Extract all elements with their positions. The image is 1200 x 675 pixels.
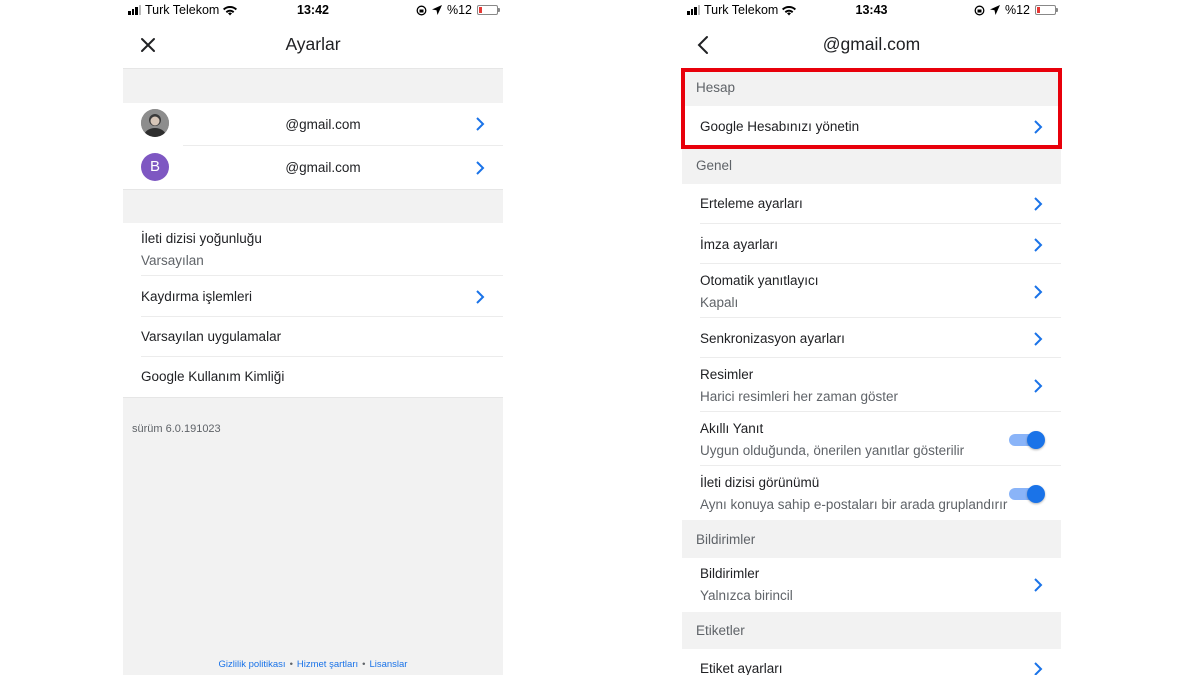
- setting-label: Senkronizasyon ayarları: [700, 331, 845, 346]
- signature-settings-row[interactable]: İmza ayarları: [682, 224, 1061, 264]
- setting-value: Kapalı: [700, 295, 739, 310]
- privacy-link[interactable]: Gizlilik politikası: [219, 659, 286, 670]
- chevron-right-icon: [473, 116, 487, 132]
- section-title: Etiketler: [696, 623, 745, 638]
- setting-label: Akıllı Yanıt: [700, 421, 764, 436]
- setting-label: Otomatik yanıtlayıcı: [700, 273, 819, 288]
- setting-label: Kaydırma işlemleri: [141, 289, 253, 304]
- label-settings-row[interactable]: Etiket ayarları: [682, 649, 1061, 675]
- chevron-right-icon: [1031, 661, 1045, 675]
- conversation-view-toggle[interactable]: [1009, 484, 1045, 503]
- app-bar: @gmail.com: [682, 22, 1061, 68]
- setting-label: Erteleme ayarları: [700, 196, 803, 211]
- version-label: sürüm 6.0.191023: [132, 423, 221, 435]
- highlight-box: [681, 68, 1062, 149]
- section-header-notifications: Bildirimler: [682, 520, 1061, 558]
- location-icon: [431, 5, 442, 15]
- app-bar: Ayarlar: [123, 22, 503, 68]
- account-email: @gmail.com: [285, 117, 361, 132]
- chevron-right-icon: [1031, 237, 1045, 253]
- lock-rotation-icon: [416, 5, 427, 15]
- snooze-settings-row[interactable]: Erteleme ayarları: [682, 184, 1061, 224]
- account-row[interactable]: B @gmail.com: [123, 146, 503, 189]
- setting-value: Uygun olduğunda, önerilen yanıtlar göste…: [700, 443, 965, 458]
- conversation-view-row: İleti dizisi görünümü Aynı konuya sahip …: [682, 466, 1061, 520]
- images-row[interactable]: Resimler Harici resimleri her zaman göst…: [682, 358, 1061, 412]
- setting-value: Harici resimleri her zaman göster: [700, 389, 899, 404]
- footer-area: sürüm 6.0.191023: [123, 397, 503, 675]
- chevron-right-icon: [1031, 284, 1045, 300]
- notifications-row[interactable]: Bildirimler Yalnızca birincil: [682, 558, 1061, 612]
- thread-density-row[interactable]: İleti dizisi yoğunluğu Varsayılan: [123, 223, 503, 276]
- chevron-right-icon: [1031, 196, 1045, 212]
- page-title: @gmail.com: [822, 34, 921, 54]
- section-header-labels: Etiketler: [682, 612, 1061, 649]
- smart-reply-toggle[interactable]: [1009, 430, 1045, 449]
- setting-label: İleti dizisi yoğunluğu: [141, 231, 262, 246]
- battery-percent: %12: [1004, 3, 1030, 17]
- setting-label: Etiket ayarları: [700, 661, 783, 675]
- avatar: B: [141, 153, 169, 181]
- auto-reply-row[interactable]: Otomatik yanıtlayıcı Kapalı: [682, 264, 1061, 318]
- section-gap: [123, 68, 503, 103]
- setting-label: Varsayılan uygulamalar: [141, 329, 282, 344]
- setting-value: Yalnızca birincil: [700, 588, 793, 603]
- chevron-right-icon: [1031, 378, 1045, 394]
- usage-id-row[interactable]: Google Kullanım Kimliği: [123, 357, 503, 397]
- sync-settings-row[interactable]: Senkronizasyon ayarları: [682, 318, 1061, 358]
- account-row[interactable]: @gmail.com: [123, 103, 503, 146]
- setting-label: Bildirimler: [700, 566, 760, 581]
- footer-links: Gizlilik politikası • Hizmet şartları • Lisa…: [218, 659, 408, 670]
- battery-icon: [1035, 5, 1058, 15]
- setting-value: Aynı konuya sahip e-postaları bir arada …: [700, 497, 1008, 512]
- terms-link[interactable]: Hizmet şartları: [297, 659, 358, 670]
- section-title: Genel: [696, 158, 733, 173]
- lock-rotation-icon: [974, 5, 985, 15]
- chevron-right-icon: [473, 160, 487, 176]
- page-title: Ayarlar: [285, 34, 341, 54]
- battery-percent: %12: [446, 3, 472, 17]
- chevron-right-icon: [1031, 331, 1045, 347]
- settings-screen: Turk Telekom 13:42 %12 Ayarlar @gmail.co…: [123, 0, 503, 675]
- swipe-actions-row[interactable]: Kaydırma işlemleri: [123, 276, 503, 317]
- avatar: [141, 109, 169, 137]
- section-header-general: Genel: [682, 146, 1061, 184]
- section-title: Bildirimler: [696, 532, 756, 547]
- smart-reply-row: Akıllı Yanıt Uygun olduğunda, önerilen y…: [682, 412, 1061, 466]
- default-apps-row[interactable]: Varsayılan uygulamalar: [123, 317, 503, 357]
- status-bar: Turk Telekom 13:42 %12: [123, 0, 503, 22]
- licenses-link[interactable]: Lisanslar: [369, 659, 407, 670]
- setting-label: İmza ayarları: [700, 237, 779, 252]
- setting-label: İleti dizisi görünümü: [700, 475, 820, 490]
- account-email: @gmail.com: [285, 160, 361, 175]
- setting-label: Resimler: [700, 367, 754, 382]
- battery-icon: [477, 5, 500, 15]
- chevron-right-icon: [1031, 577, 1045, 593]
- setting-value: Varsayılan: [141, 253, 204, 268]
- status-bar: Turk Telekom 13:43 %12: [682, 0, 1061, 22]
- location-icon: [989, 5, 1000, 15]
- setting-label: Google Kullanım Kimliği: [141, 369, 285, 384]
- chevron-right-icon: [473, 289, 487, 305]
- section-gap: [123, 189, 503, 223]
